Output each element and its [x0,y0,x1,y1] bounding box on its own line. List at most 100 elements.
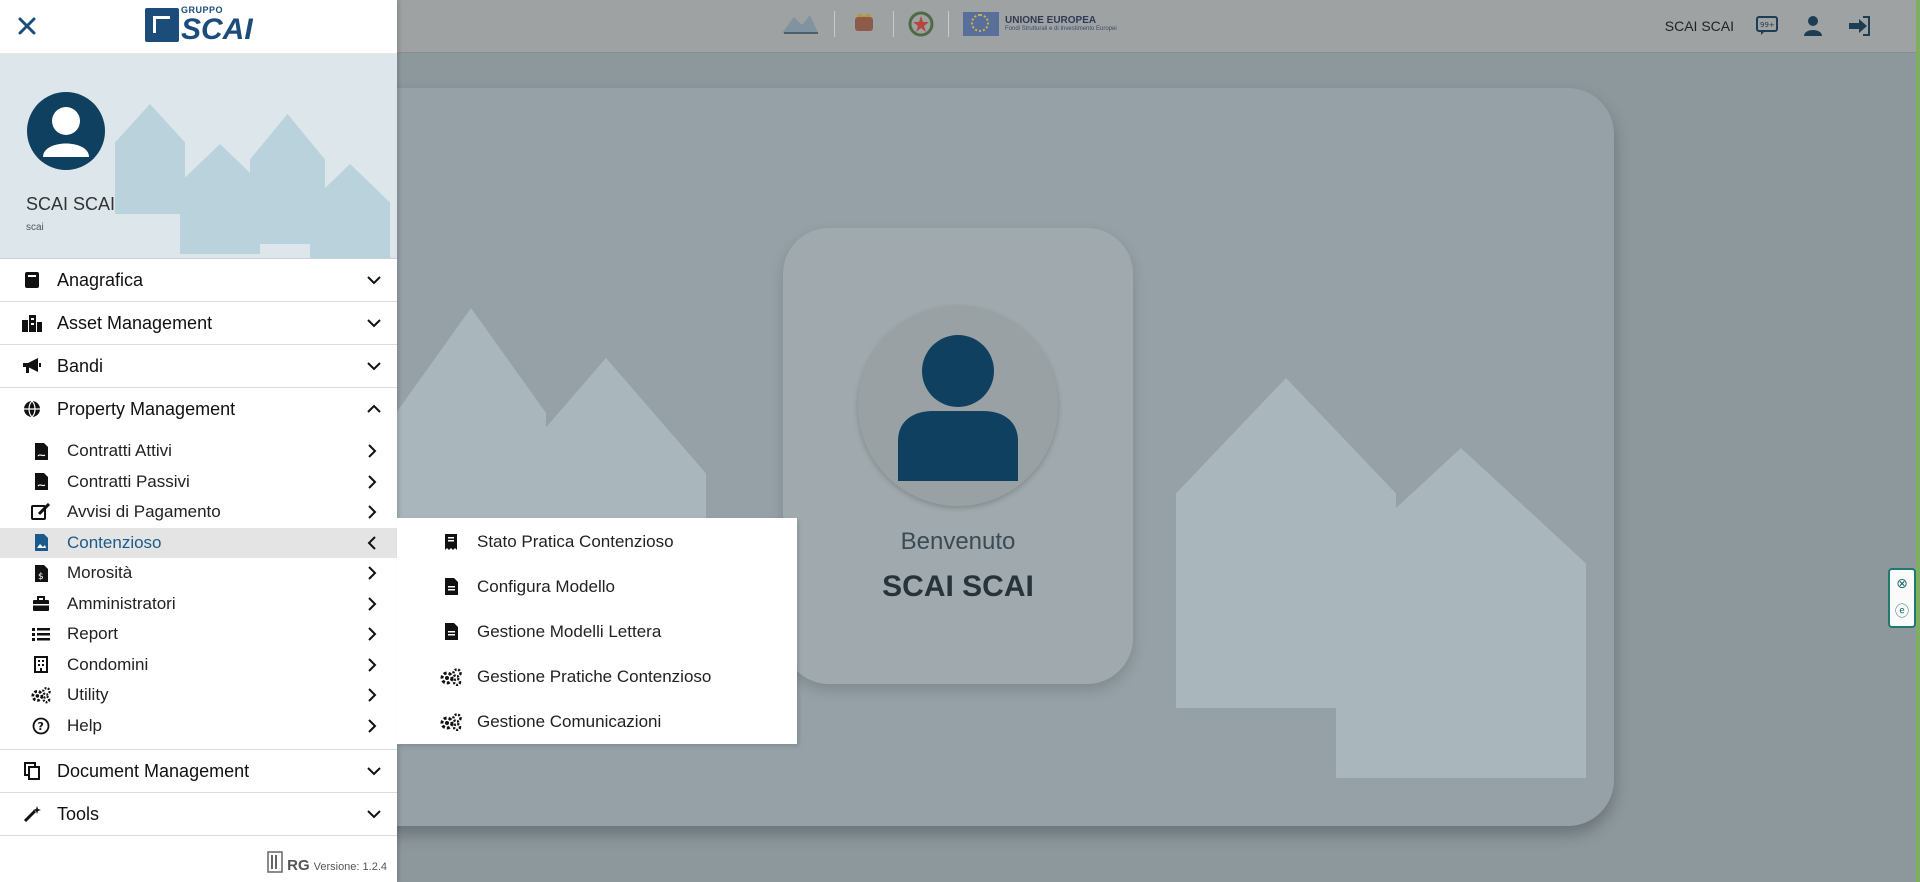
svg-text:99+: 99+ [1760,21,1775,29]
profile-panel: SCAI SCAI scai [0,54,397,259]
file-contract-icon [31,473,51,491]
briefcase-icon [31,595,51,612]
menu-item-label: Anagrafica [57,269,144,290]
receipt-icon [439,533,463,551]
address-book-icon [21,271,43,289]
contenzioso-flyout-menu: Stato Pratica Contenzioso Configura Mode… [397,518,797,744]
submenu-item-report[interactable]: Report [0,619,397,650]
avatar [27,92,105,170]
profile-name: SCAI SCAI [26,194,116,214]
profile-house [180,144,260,254]
flyout-item-label: Stato Pratica Contenzioso [477,531,674,551]
submenu-item-help[interactable]: ? Help [0,711,397,742]
menu-item-label: Tools [57,803,100,824]
magic-icon [21,805,43,823]
file-contract-icon [31,442,51,460]
submenu-item-avvisi-di-pagamento[interactable]: Avvisi di Pagamento [0,497,397,528]
region-logo [780,11,820,37]
submenu-item-label: Avvisi di Pagamento [67,502,221,522]
accessibility-icon[interactable]: ⓔ [1895,601,1909,621]
chat-icon[interactable]: 99+ [1754,13,1780,39]
brand-mark-icon [145,8,179,42]
chevron-right-icon [365,505,379,519]
menu-item-label: Property Management [57,398,236,419]
eu-title: UNIONE EUROPEA [1005,15,1097,26]
submenu-item-contratti-passivi[interactable]: Contratti Passivi [0,467,397,498]
accessibility-widget[interactable]: ⊗ ⓔ [1888,568,1916,628]
close-circle-icon[interactable]: ⊗ [1896,575,1908,592]
window-edge [1916,0,1920,882]
flyout-item-stato-pratica-contenzioso[interactable]: Stato Pratica Contenzioso [397,519,797,564]
welcome-user-name: SCAI SCAI [882,570,1034,603]
submenu-item-label: Contratti Attivi [67,441,172,461]
menu-item-document-management[interactable]: Document Management [0,750,397,793]
menu-item-anagrafica[interactable]: Anagrafica [0,259,397,302]
question-circle-icon: ? [31,717,51,735]
menu-item-tools[interactable]: Tools [0,793,397,836]
flyout-item-gestione-comunicazioni[interactable]: Gestione Comunicazioni [397,699,797,744]
submenu-item-contenzioso[interactable]: Contenzioso [0,527,397,558]
submenu-item-morosita[interactable]: $ Morosità [0,558,397,589]
eu-logo: UNIONE EUROPEA Fondi Strutturali e di In… [963,11,1117,37]
cogs-icon [439,712,463,731]
bullhorn-icon [21,357,43,375]
chevron-up-icon [367,402,381,416]
chevron-right-icon [365,597,379,611]
menu-item-label: Asset Management [57,312,213,333]
submenu-item-amministratori[interactable]: Amministratori [0,589,397,620]
top-user-name[interactable]: SCAI SCAI [1665,18,1734,34]
brand-name: SCAI [181,13,253,46]
cogs-icon [31,686,51,704]
chevron-right-icon [365,475,379,489]
close-sidebar-button[interactable] [14,12,40,40]
menu-item-bandi[interactable]: Bandi [0,345,397,388]
chevron-down-icon [367,359,381,373]
file-icon [439,578,463,595]
chevron-down-icon [367,273,381,287]
chevron-down-icon [367,764,381,778]
top-right-actions: SCAI SCAI 99+ [1665,10,1872,42]
submenu-item-label: Utility [67,685,109,705]
user-icon[interactable] [1800,13,1826,39]
submenu-item-utility[interactable]: Utility [0,680,397,711]
italy-emblem-logo [908,11,934,37]
chevron-down-icon [367,807,381,821]
flyout-item-gestione-pratiche-contenzioso[interactable]: Gestione Pratiche Contenzioso [397,654,797,699]
profile-house [115,104,185,214]
edit-icon [31,503,51,521]
flyout-item-label: Gestione Modelli Lettera [477,621,662,641]
submenu-item-contratti-attivi[interactable]: Contratti Attivi [0,436,397,467]
property-management-submenu: Contratti Attivi Contratti Passivi Avvis… [0,430,397,750]
flyout-item-gestione-modelli-lettera[interactable]: Gestione Modelli Lettera [397,609,797,654]
submenu-item-condomini[interactable]: Condomini [0,650,397,681]
svg-text:$: $ [38,572,44,582]
close-icon [18,17,36,35]
submenu-item-label: Morosità [67,563,133,583]
menu-item-label: Bandi [57,355,104,376]
version-logo-text: RG [287,857,310,874]
file-icon [439,623,463,640]
sidebar: GRUPPO SCAI SCAI SCAI scai Anagrafica As… [0,0,397,882]
file-invoice-icon: $ [31,564,51,582]
submenu-item-label: Report [67,624,119,644]
version-text: Versione: 1.2.4 [313,861,387,873]
logo-divider [893,11,894,37]
flyout-item-configura-modello[interactable]: Configura Modello [397,564,797,609]
globe-icon [21,400,43,418]
welcome-avatar-icon [858,306,1058,506]
version-info: RG Versione: 1.2.4 [267,850,387,874]
crest-logo [849,11,879,37]
file-image-icon [31,534,51,552]
building-icon [31,656,51,674]
menu-item-property-management[interactable]: Property Management [0,388,397,430]
welcome-title: Benvenuto [900,528,1016,555]
chevron-right-icon [365,719,379,733]
logout-icon[interactable] [1846,13,1872,39]
profile-username: scai [26,222,44,233]
menu-item-asset-management[interactable]: Asset Management [0,302,397,345]
logo-divider [948,11,949,37]
building-logo-icon [267,851,283,873]
submenu-item-label: Condomini [67,654,149,674]
chevron-down-icon [367,316,381,330]
submenu-item-label: Amministratori [67,593,176,613]
